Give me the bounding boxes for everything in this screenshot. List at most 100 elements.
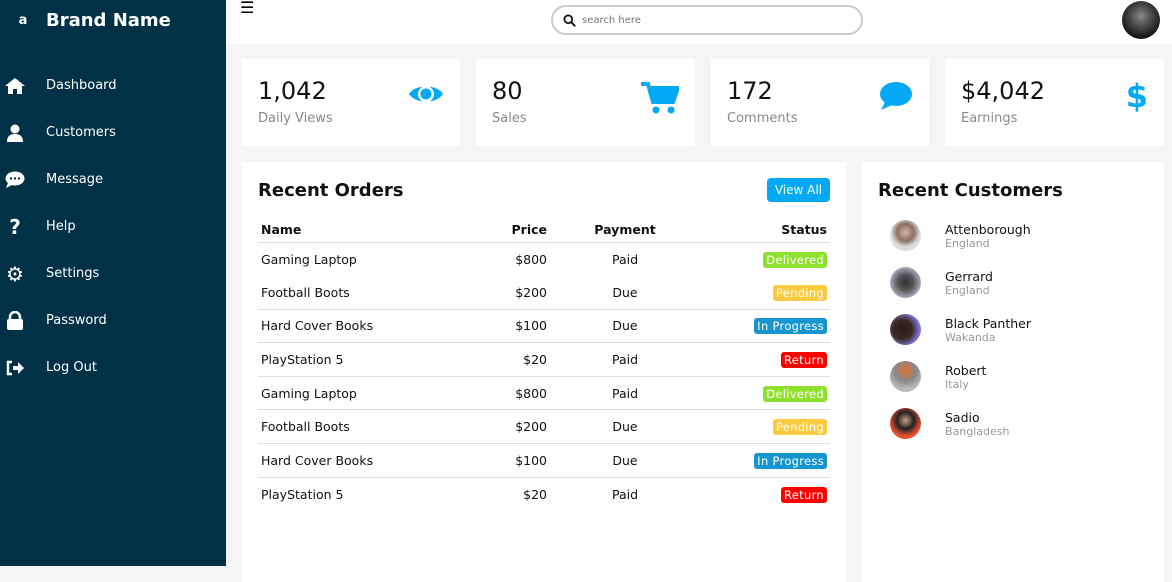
stat-card-sales: 80 Sales bbox=[476, 59, 695, 146]
order-price: $200 bbox=[460, 409, 550, 444]
recent-orders-title: Recent Orders bbox=[258, 180, 404, 201]
customer-name: Attenborough bbox=[945, 221, 1031, 237]
table-row[interactable]: PlayStation 5 $20 Paid Return bbox=[258, 476, 830, 511]
sidebar-item-settings[interactable]: ⚙ Settings bbox=[0, 250, 226, 297]
order-name: Hard Cover Books bbox=[258, 308, 460, 343]
eye-icon bbox=[408, 81, 444, 111]
comment-icon bbox=[0, 170, 30, 190]
search-icon bbox=[563, 13, 576, 27]
order-name: PlayStation 5 bbox=[258, 342, 460, 377]
order-price: $100 bbox=[460, 308, 550, 343]
customer-avatar bbox=[890, 408, 921, 439]
customer-avatar bbox=[890, 220, 921, 251]
sidebar-item-label: Log Out bbox=[46, 360, 97, 375]
sidebar-item-dashboard[interactable]: Dashboard bbox=[0, 62, 226, 109]
brand-name: Brand Name bbox=[46, 9, 171, 31]
order-price: $100 bbox=[460, 443, 550, 478]
status-badge: Pending bbox=[772, 419, 827, 436]
table-row[interactable]: Hard Cover Books $100 Due In Progress bbox=[258, 308, 830, 343]
menu-toggle-icon[interactable]: ☰ bbox=[240, 0, 254, 17]
customer-country: England bbox=[945, 236, 990, 250]
customer-item[interactable]: Gerrard England bbox=[890, 267, 993, 298]
dollar-icon: $ bbox=[1125, 77, 1148, 115]
order-payment: Due bbox=[550, 308, 700, 343]
sidebar-item-customers[interactable]: Customers bbox=[0, 109, 226, 156]
customer-avatar bbox=[890, 267, 921, 298]
recent-customers-panel: Recent Customers Attenborough England Gerr… bbox=[862, 162, 1164, 582]
col-name: Name bbox=[261, 222, 302, 238]
sidebar-nav: Dashboard Customers Message ? Help ⚙ Settings P… bbox=[0, 62, 226, 391]
status-badge: In Progress bbox=[754, 318, 827, 335]
customer-avatar bbox=[890, 314, 921, 345]
order-price: $20 bbox=[460, 476, 550, 511]
home-icon bbox=[0, 76, 30, 96]
order-name: Hard Cover Books bbox=[258, 443, 460, 478]
stat-label: Daily Views bbox=[258, 111, 333, 126]
order-name: Football Boots bbox=[258, 409, 460, 444]
col-price: Price bbox=[511, 222, 548, 238]
sidebar-item-label: Dashboard bbox=[46, 78, 117, 93]
sidebar-item-label: Message bbox=[46, 172, 103, 187]
status-badge: Pending bbox=[772, 284, 827, 301]
customer-name: Gerrard bbox=[945, 268, 993, 284]
order-payment: Due bbox=[550, 443, 700, 478]
order-name: PlayStation 5 bbox=[258, 476, 460, 511]
order-name: Football Boots bbox=[261, 284, 350, 300]
table-row[interactable]: Football Boots $200 Due Pending bbox=[258, 276, 830, 310]
order-payment: Due bbox=[550, 409, 700, 444]
customer-name: Black Panther bbox=[945, 315, 1032, 331]
user-icon bbox=[0, 123, 30, 143]
stat-card-comments: 172 Comments bbox=[711, 59, 929, 146]
customer-item[interactable]: Robert Italy bbox=[890, 361, 986, 392]
order-payment: Paid bbox=[550, 241, 700, 276]
cart-icon bbox=[641, 81, 681, 119]
sidebar-item-password[interactable]: Password bbox=[0, 297, 226, 344]
lock-icon bbox=[0, 311, 30, 331]
order-payment: Due bbox=[612, 284, 638, 300]
customer-item[interactable]: Black Panther Wakanda bbox=[890, 314, 1031, 345]
status-badge: Delivered bbox=[763, 385, 827, 402]
col-payment: Payment bbox=[594, 222, 656, 238]
order-name: Gaming Laptop bbox=[258, 375, 460, 410]
order-payment: Paid bbox=[550, 476, 700, 511]
customer-item[interactable]: Attenborough England bbox=[890, 220, 1031, 251]
status-badge: Delivered bbox=[763, 251, 827, 268]
status-badge: Return bbox=[781, 486, 827, 503]
stat-label: Earnings bbox=[961, 111, 1018, 126]
recent-orders-panel: Recent Orders View All Name Price Paymen… bbox=[242, 162, 846, 582]
customer-name: Robert bbox=[945, 362, 987, 378]
stat-value: $4,042 bbox=[961, 77, 1045, 105]
topbar: ☰ bbox=[226, 0, 1172, 44]
sidebar-item-log-out[interactable]: Log Out bbox=[0, 344, 226, 391]
customer-country: Bangladesh bbox=[945, 424, 1010, 438]
customer-avatar bbox=[890, 361, 921, 392]
customer-item[interactable]: Sadio Bangladesh bbox=[890, 408, 1010, 439]
gear-icon: ⚙ bbox=[6, 261, 24, 286]
order-price: $20 bbox=[460, 342, 550, 377]
search-input[interactable] bbox=[582, 14, 842, 26]
customer-country: Italy bbox=[945, 377, 969, 391]
customer-name: Sadio bbox=[945, 409, 980, 425]
sign-out-icon bbox=[0, 358, 30, 378]
table-header: Name Price Payment Status bbox=[258, 218, 830, 242]
sidebar-item-label: Help bbox=[46, 219, 76, 234]
comment-icon bbox=[879, 81, 913, 115]
sidebar-item-label: Customers bbox=[46, 125, 116, 140]
recent-customers-title: Recent Customers bbox=[878, 180, 1063, 201]
table-row[interactable]: Gaming Laptop $800 Paid Delivered bbox=[258, 241, 830, 276]
user-avatar[interactable] bbox=[1122, 1, 1160, 39]
order-name: Gaming Laptop bbox=[258, 241, 460, 276]
sidebar-item-help[interactable]: ? Help bbox=[0, 203, 226, 250]
table-row[interactable]: PlayStation 5 $20 Paid Return bbox=[258, 342, 830, 377]
sidebar: a Brand Name Dashboard Customers Message ? H… bbox=[0, 0, 226, 566]
table-row[interactable]: Football Boots $200 Due Pending bbox=[258, 409, 830, 444]
table-row[interactable]: Hard Cover Books $100 Due In Progress bbox=[258, 443, 830, 478]
search-box[interactable] bbox=[551, 5, 863, 35]
sidebar-item-message[interactable]: Message bbox=[0, 156, 226, 203]
view-all-button[interactable]: View All bbox=[766, 178, 830, 202]
sidebar-item-label: Password bbox=[46, 313, 107, 328]
order-payment: Paid bbox=[550, 375, 700, 410]
brand[interactable]: a Brand Name bbox=[0, 8, 171, 32]
order-payment: Paid bbox=[550, 342, 700, 377]
table-row[interactable]: Gaming Laptop $800 Paid Delivered bbox=[258, 375, 830, 410]
